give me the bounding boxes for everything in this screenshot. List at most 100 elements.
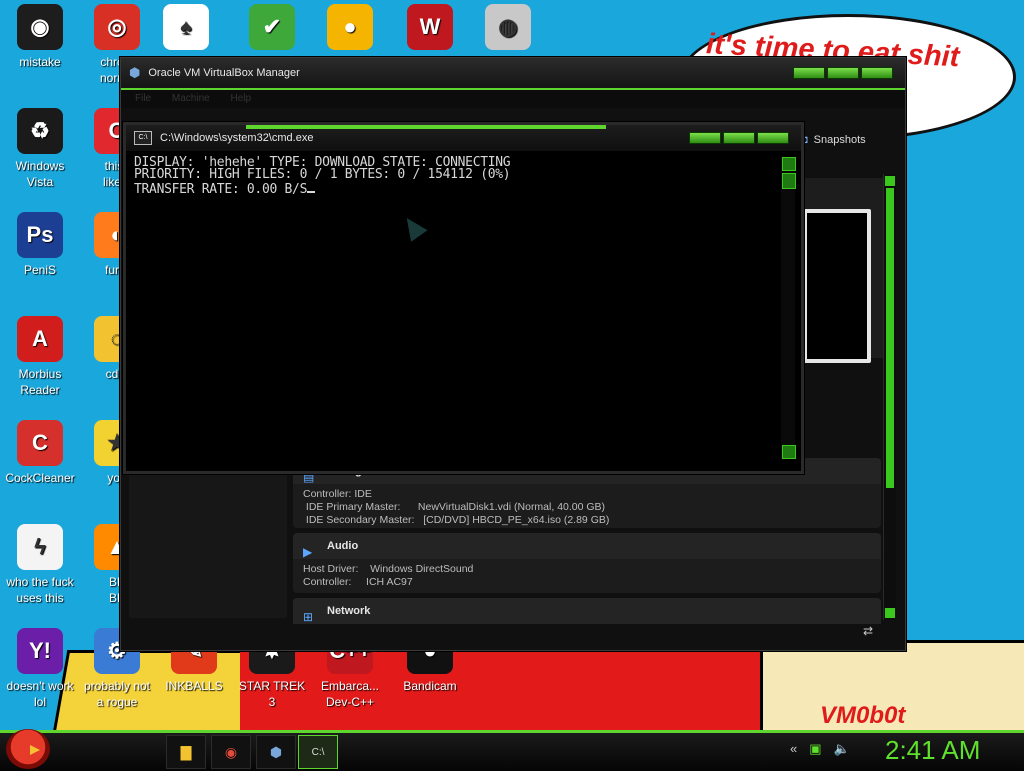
lightning-icon: ϟ (17, 524, 63, 570)
storage-row: IDE Secondary Master: [CD/DVD] HBCD_PE_x… (303, 514, 610, 526)
audio-header-label: Audio (327, 540, 359, 552)
network-tray-icon[interactable]: ▣ (809, 741, 821, 757)
audio-section: ▶ Audio Host Driver: Windows DirectSound… (293, 533, 881, 593)
folder-icon: ▇ (180, 743, 192, 760)
desktop-icon-mistake[interactable]: ◉ mistake (0, 4, 80, 70)
console-line: PRIORITY: HIGH FILES: 0 / 1 BYTES: 0 / 1… (134, 167, 511, 182)
pig-icon: ● (327, 4, 373, 50)
network-settings-icon[interactable]: ⇄ (863, 624, 873, 638)
desktop-icon-label: mistake (19, 55, 61, 69)
vbox-window-buttons (793, 67, 893, 79)
volume-icon[interactable]: 🔈 (834, 741, 850, 757)
desktop-icon-label: Windows Vista (15, 159, 65, 189)
desktop-icon-label: INKBALLS (165, 679, 223, 693)
cmd-top-glow (246, 125, 606, 129)
console-line: TRANSFER RATE: 0.00 B/S (134, 182, 308, 197)
ccleaner-icon: C (17, 420, 63, 466)
desktop-icon-label: probably not a rogue (83, 679, 151, 709)
cmd-window[interactable]: C:\ C:\Windows\system32\cmd.exe DISPLAY:… (123, 122, 804, 474)
angry-bird-icon (30, 745, 40, 755)
details-scrollbar[interactable] (883, 174, 896, 620)
cmd-window-buttons (689, 132, 789, 144)
green-circle-icon: ◉ (17, 4, 63, 50)
desktop-icon-cockcleaner[interactable]: C CockCleaner (0, 420, 80, 486)
desktop-icon-penis[interactable]: Ps PeniS (0, 212, 80, 278)
chrome-icon: ◎ (94, 4, 140, 50)
storage-row: Controller: IDE (303, 488, 372, 500)
photoshop-icon: Ps (17, 212, 63, 258)
minimize-button[interactable] (689, 132, 721, 144)
yahoo-icon: Y! (17, 628, 63, 674)
scroll-up-arrow[interactable] (782, 157, 796, 171)
vm-list-panel[interactable] (129, 458, 287, 618)
wallpaper-signature: VM0b0t (820, 702, 906, 729)
storage-row: IDE Primary Master: NewVirtualDisk1.vdi … (303, 501, 606, 513)
desktop-icon-who-the-fuck[interactable]: ϟ who the fuck uses this (0, 524, 80, 606)
taskbar-button-virtualbox[interactable]: ⬢ (256, 735, 296, 769)
text-cursor (307, 181, 316, 193)
cmd-title: C:\Windows\system32\cmd.exe (160, 132, 314, 144)
desktop-icon-label: Morbius Reader (18, 367, 62, 397)
cards-icon: ♠ (163, 4, 209, 50)
desktop-icon-shield[interactable]: ✔ (232, 4, 312, 54)
taskbar: ▇ ◉ ⬢ C:\ « ▣ 🔈 2:41 AM (0, 729, 1024, 771)
desktop-icon-label: Embarca... Dev-C++ (320, 679, 380, 709)
tray-arrow-icon[interactable]: « (790, 741, 797, 757)
taskbar-button-explorer[interactable]: ▇ (166, 735, 206, 769)
audio-row: Controller: ICH AC97 (303, 576, 413, 588)
speaker-icon: ▶ (303, 545, 313, 559)
desktop-icon-label: CockCleaner (5, 471, 75, 485)
desktop-icon-solitaire[interactable]: ♠ (146, 4, 226, 54)
cmd-icon: C:\ (311, 746, 325, 758)
cmd-scrollbar[interactable] (781, 157, 796, 459)
vbox-titlebar[interactable]: ⬢ Oracle VM VirtualBox Manager (121, 58, 905, 90)
cmd-icon: C:\ (134, 131, 152, 145)
scroll-down-arrow[interactable] (782, 445, 796, 459)
disc-fire-icon: ◍ (485, 4, 531, 50)
network-section: ⊞ Network (293, 598, 881, 624)
network-header[interactable]: ⊞ Network (293, 598, 881, 624)
desktop-icon-burn-disc[interactable]: ◍ (468, 4, 548, 54)
wings-logo-icon: W (407, 4, 453, 50)
audio-row: Host Driver: Windows DirectSound (303, 563, 474, 575)
desktop-icon-bad-piggies[interactable]: ● (310, 4, 390, 54)
pdf-icon: A (17, 316, 63, 362)
scroll-thumb[interactable] (782, 173, 796, 189)
desktop-icon-label: doesn't work lol (6, 679, 74, 709)
scroll-up-arrow[interactable] (885, 176, 895, 186)
desktop-icon-label: STAR TREK 3 (238, 679, 306, 709)
system-tray: « ▣ 🔈 (790, 741, 850, 757)
scroll-down-arrow[interactable] (885, 608, 895, 618)
audio-header[interactable]: ▶ Audio (293, 533, 881, 559)
vbox-menubar[interactable]: File Machine Help (121, 90, 905, 108)
desktop-icon-logo[interactable]: W (390, 4, 470, 54)
scroll-thumb[interactable] (886, 188, 894, 488)
vm-preview-screen (803, 209, 871, 363)
shield-check-icon: ✔ (249, 4, 295, 50)
snapshots-tab[interactable]: ◘ Snapshots (801, 134, 866, 146)
network-icon: ⊞ (303, 610, 314, 624)
chrome-icon: ◉ (224, 743, 238, 760)
snapshots-label: Snapshots (813, 134, 866, 146)
network-header-label: Network (327, 605, 371, 617)
close-button[interactable] (861, 67, 893, 79)
recycle-icon: ♻ (17, 108, 63, 154)
maximize-button[interactable] (827, 67, 859, 79)
close-button[interactable] (757, 132, 789, 144)
maximize-button[interactable] (723, 132, 755, 144)
virtualbox-icon: ⬢ (129, 65, 141, 80)
desktop-icon-label: PeniS (23, 263, 57, 277)
virtualbox-icon: ⬢ (269, 743, 283, 760)
console-output[interactable]: DISPLAY: 'hehehe' TYPE: DOWNLOAD STATE: … (134, 156, 774, 457)
start-button[interactable] (6, 729, 50, 769)
clock[interactable]: 2:41 AM (885, 735, 980, 766)
desktop-icon-windows-vista[interactable]: ♻ Windows Vista (0, 108, 80, 190)
desktop-icon-label: Bandicam (403, 679, 457, 693)
desktop-icon-label: who the fuck uses this (6, 575, 74, 605)
vbox-title: Oracle VM VirtualBox Manager (148, 67, 300, 79)
desktop-icon-yahoo[interactable]: Y! doesn't work lol (0, 628, 80, 710)
taskbar-button-cmd[interactable]: C:\ (298, 735, 338, 769)
desktop-icon-morbius-reader[interactable]: A Morbius Reader (0, 316, 80, 398)
minimize-button[interactable] (793, 67, 825, 79)
taskbar-button-chrome[interactable]: ◉ (211, 735, 251, 769)
